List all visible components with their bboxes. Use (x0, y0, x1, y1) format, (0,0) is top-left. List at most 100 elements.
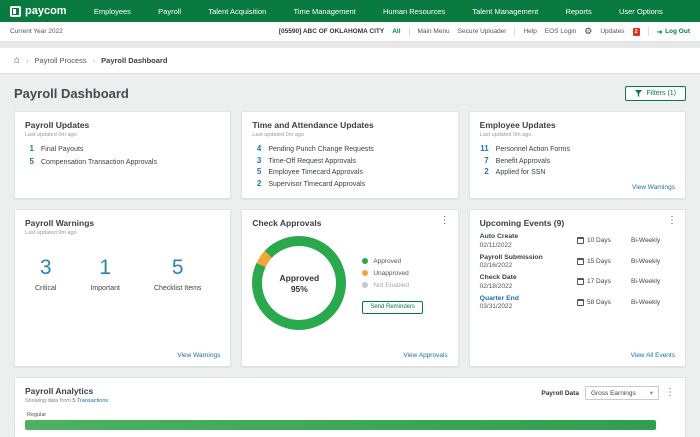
eos-login-link[interactable]: EOS Login (545, 28, 576, 35)
nav-item-user-options[interactable]: User Options (619, 7, 663, 16)
stat-checklist-items[interactable]: 5 Checklist Items (154, 256, 201, 292)
kebab-menu-icon[interactable]: ⋮ (667, 216, 677, 226)
nav-item-employees[interactable]: Employees (94, 7, 131, 16)
divider (409, 27, 410, 36)
analytics-controls: Payroll Data Gross Earnings ▾ ⋮ (541, 386, 675, 400)
view-approvals-link[interactable]: View Approvals (403, 352, 447, 359)
event-row-quarter-end[interactable]: Quarter End 03/31/2022 58 Days Bi-Weekly (480, 295, 675, 311)
update-item-personnel-action-forms[interactable]: 11 Personnel Action Forms (480, 144, 675, 153)
page-header: Payroll Dashboard Filters (1) (14, 86, 686, 101)
view-warnings-link[interactable]: View Warnings (177, 352, 220, 359)
scope-all-link[interactable]: All (392, 28, 400, 35)
view-all-events-link[interactable]: View All Events (631, 352, 675, 359)
update-item-timeoff-approvals[interactable]: 3 Time-Off Request Approvals (252, 156, 447, 165)
chevron-right-icon: › (26, 56, 29, 65)
donut-center-text: Approved 95% (279, 273, 319, 294)
view-warnings-link[interactable]: View Warnings (632, 184, 675, 191)
nav-item-time-management[interactable]: Time Management (294, 7, 356, 16)
stat-important[interactable]: 1 Important (90, 256, 120, 292)
event-frequency: Bi-Weekly (631, 278, 675, 285)
update-count: 4 (252, 144, 261, 153)
update-item-benefit-approvals[interactable]: 7 Benefit Approvals (480, 156, 675, 165)
last-updated-text: Last updated 0m ago (252, 132, 447, 138)
update-count: 3 (252, 156, 261, 165)
event-row-auto-create[interactable]: Auto Create 02/11/2022 10 Days Bi-Weekly (480, 233, 675, 249)
stat-label: Important (90, 285, 120, 292)
legend-dot-not-enabled (362, 282, 368, 288)
update-count: 2 (480, 167, 489, 176)
update-count: 7 (480, 156, 489, 165)
update-count: 5 (252, 167, 261, 176)
update-count: 11 (480, 144, 489, 153)
calendar-icon (577, 237, 584, 244)
event-date: 02/16/2022 (480, 262, 577, 269)
secure-uploader-link[interactable]: Secure Uploader (458, 28, 507, 35)
donut-center-value: 95% (279, 284, 319, 294)
log-out-button[interactable]: ⇥ Log Out (657, 28, 690, 36)
stat-label: Critical (35, 285, 56, 292)
legend-label: Unapproved (373, 270, 408, 277)
update-item-employee-timecards[interactable]: 5 Employee Timecard Approvals (252, 167, 447, 176)
kebab-menu-icon[interactable]: ⋮ (440, 216, 450, 226)
cards-row-2: Payroll Warnings Last updated 0m ago 3 C… (14, 209, 686, 367)
event-name-date: Check Date 02/18/2022 (480, 274, 577, 290)
main-nav: Employees Payroll Talent Acquisition Tim… (67, 7, 690, 16)
update-item-applied-for-ssn[interactable]: 2 Applied for SSN (480, 167, 675, 176)
showing-prefix: Showing data from (25, 398, 72, 404)
event-name-date: Auto Create 02/11/2022 (480, 233, 577, 249)
stat-number: 5 (154, 256, 201, 280)
event-days-label: 10 Days (587, 237, 611, 244)
analytics-header: Payroll Analytics Showing data from 5 Tr… (25, 386, 675, 404)
update-item-supervisor-timecards[interactable]: 2 Supervisor Timecard Approvals (252, 179, 447, 188)
paycom-logo[interactable]: paycom (10, 5, 67, 17)
kebab-menu-icon[interactable]: ⋮ (665, 388, 675, 398)
donut-chart: Approved 95% (252, 236, 346, 330)
upcoming-events-card: Upcoming Events (9) ⋮ Auto Create 02/11/… (469, 209, 686, 367)
home-icon[interactable]: ⌂ (14, 55, 20, 66)
legend-label: Not Enabled (373, 282, 409, 289)
payroll-data-select[interactable]: Gross Earnings ▾ (585, 386, 659, 400)
update-item-punch-requests[interactable]: 4 Pending Punch Change Requests (252, 144, 447, 153)
analytics-chart: Regular (25, 412, 675, 430)
updates-link[interactable]: Updates (600, 28, 624, 35)
donut-center-label: Approved (279, 273, 319, 283)
nav-item-human-resources[interactable]: Human Resources (383, 7, 445, 16)
nav-item-payroll[interactable]: Payroll (158, 7, 181, 16)
update-item-final-payouts[interactable]: 1 Final Payouts (25, 144, 220, 153)
client-name: [05590] ABC OF OKLAHOMA CITY (279, 28, 384, 35)
legend-label: Approved (373, 258, 401, 265)
updates-count-badge: 2 (633, 28, 640, 36)
filters-button[interactable]: Filters (1) (625, 86, 686, 101)
card-title: Payroll Updates (25, 120, 220, 130)
bar-series-label: Regular (27, 412, 675, 418)
send-reminders-button[interactable]: Send Reminders (362, 301, 423, 314)
nav-item-reports[interactable]: Reports (565, 7, 591, 16)
event-frequency: Bi-Weekly (631, 299, 675, 306)
nav-item-talent-acquisition[interactable]: Talent Acquisition (208, 7, 266, 16)
stat-critical[interactable]: 3 Critical (35, 256, 56, 292)
analytics-title-block: Payroll Analytics Showing data from 5 Tr… (25, 386, 108, 404)
breadcrumb-payroll-process[interactable]: Payroll Process (35, 56, 87, 65)
event-name-link[interactable]: Quarter End (480, 295, 577, 302)
event-row-check-date[interactable]: Check Date 02/18/2022 17 Days Bi-Weekly (480, 274, 675, 290)
divider (514, 27, 515, 36)
transactions-link[interactable]: 5 Transactions (72, 398, 108, 404)
event-name-date: Payroll Submission 02/16/2022 (480, 254, 577, 270)
employee-updates-card: Employee Updates Last updated 0m ago 11 … (469, 111, 686, 199)
event-date: 02/11/2022 (480, 242, 577, 249)
help-link[interactable]: Help (523, 28, 536, 35)
filters-button-label: Filters (1) (646, 90, 676, 97)
nav-item-talent-management[interactable]: Talent Management (472, 7, 538, 16)
legend-approved: Approved (362, 258, 423, 265)
main-menu-link[interactable]: Main Menu (418, 28, 450, 35)
card-title: Time and Attendance Updates (252, 120, 447, 130)
update-count: 2 (252, 179, 261, 188)
cards-row-1: Payroll Updates Last updated 0m ago 1 Fi… (14, 111, 686, 199)
warning-stats: 3 Critical 1 Important 5 Checklist Items (35, 256, 220, 292)
card-title: Employee Updates (480, 120, 675, 130)
update-item-compensation-approvals[interactable]: 5 Compensation Transaction Approvals (25, 157, 220, 166)
event-row-payroll-submission[interactable]: Payroll Submission 02/16/2022 15 Days Bi… (480, 254, 675, 270)
breadcrumb-current: Payroll Dashboard (101, 56, 167, 65)
payroll-updates-card: Payroll Updates Last updated 0m ago 1 Fi… (14, 111, 231, 199)
check-approvals-chart: Approved 95% Approved Unapproved (252, 236, 447, 330)
